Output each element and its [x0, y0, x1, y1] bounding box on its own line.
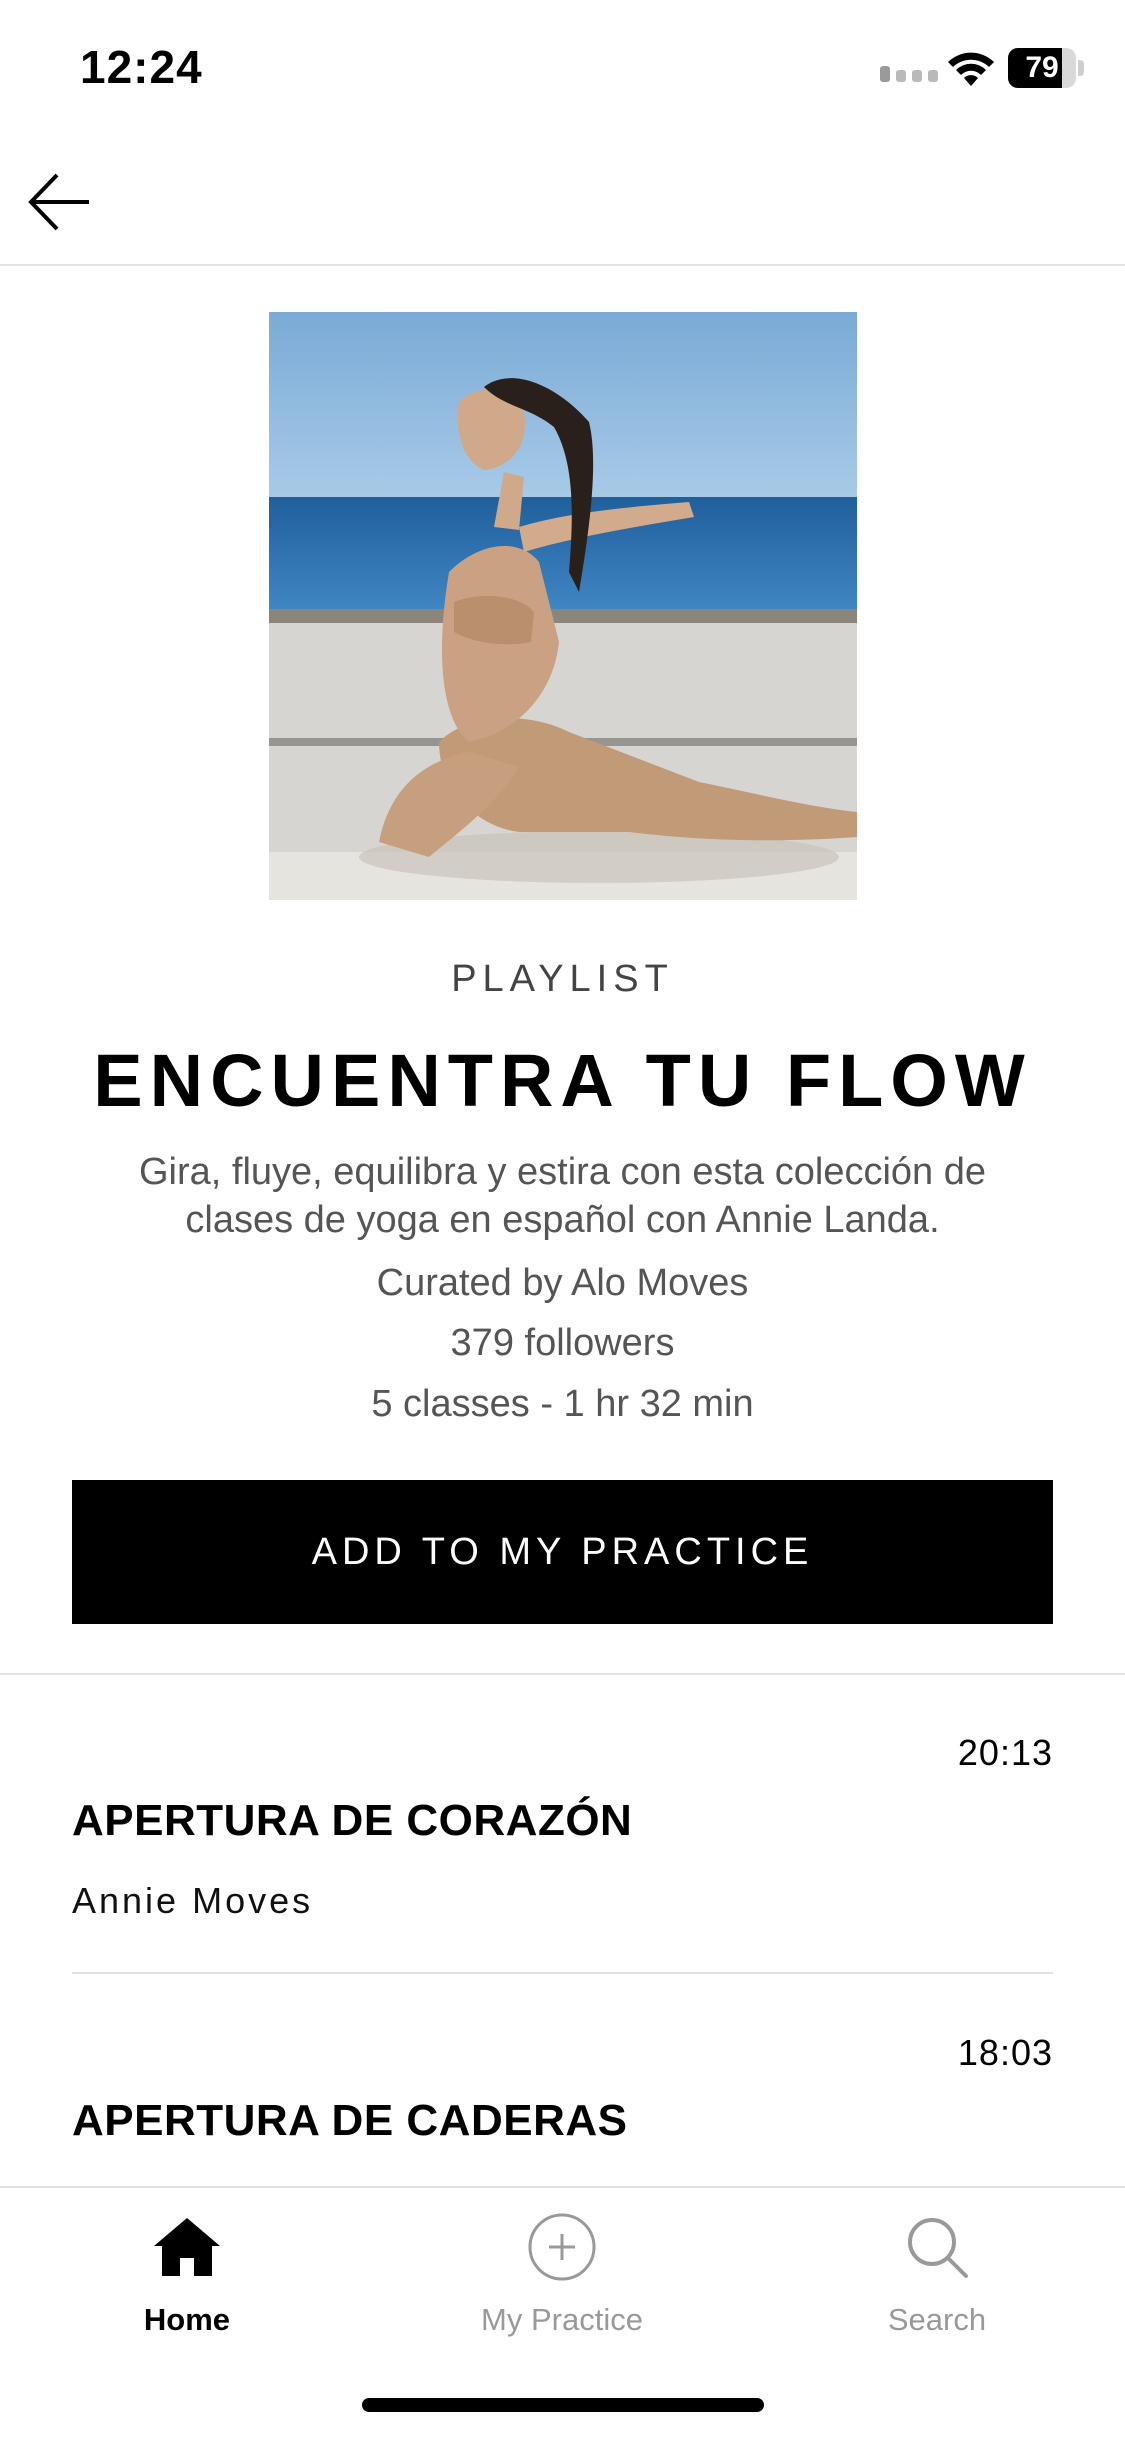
class-title: APERTURA DE CADERAS	[72, 2096, 628, 2145]
tab-label: Search	[887, 2302, 987, 2337]
playlist-summary: 5 classes - 1 hr 32 min	[371, 1383, 754, 1425]
tab-label: Home	[143, 2302, 231, 2337]
arrow-left-icon	[28, 173, 89, 231]
tab-my-practice[interactable]: My Practice	[412, 2212, 712, 2337]
battery-icon: 79	[1008, 48, 1084, 88]
back-button[interactable]	[20, 162, 100, 242]
add-to-my-practice-button[interactable]: ADD TO MY PRACTICE	[72, 1480, 1053, 1624]
class-title: APERTURA DE CORAZÓN	[72, 1796, 633, 1845]
battery-level: 79	[1025, 51, 1059, 84]
class-duration: 20:13	[957, 1732, 1053, 1773]
top-nav	[0, 140, 1125, 266]
curated-by: Curated by Alo Moves	[376, 1262, 749, 1304]
wifi-icon	[948, 52, 994, 86]
home-indicator	[362, 2398, 764, 2412]
section-divider	[0, 1673, 1125, 1675]
playlist-cover-image	[269, 312, 857, 900]
list-item[interactable]: 18:03 APERTURA DE CADERAS	[72, 2032, 1053, 2182]
page-title: ENCUENTRA TU FLOW	[93, 1039, 1032, 1122]
playlist-description: Gira, fluye, equilibra y estira con esta…	[139, 1151, 986, 1241]
search-icon	[902, 2212, 972, 2282]
cellular-signal-icon	[880, 66, 938, 82]
plus-circle-icon	[527, 2212, 597, 2282]
tab-label: My Practice	[481, 2302, 643, 2337]
followers-count: 379 followers	[450, 1322, 675, 1364]
list-item[interactable]: 20:13 APERTURA DE CORAZÓN Annie Moves	[72, 1732, 1053, 1932]
class-duration: 18:03	[957, 2032, 1053, 2073]
status-time: 12:24	[80, 41, 203, 93]
row-divider	[72, 1972, 1053, 1974]
class-instructor: Annie Moves	[72, 1880, 314, 1921]
status-bar: 12:24 79	[0, 0, 1125, 140]
home-icon	[152, 2212, 222, 2282]
tab-search[interactable]: Search	[787, 2212, 1087, 2337]
playlist-label: PLAYLIST	[451, 958, 674, 1000]
tab-home[interactable]: Home	[37, 2212, 337, 2337]
